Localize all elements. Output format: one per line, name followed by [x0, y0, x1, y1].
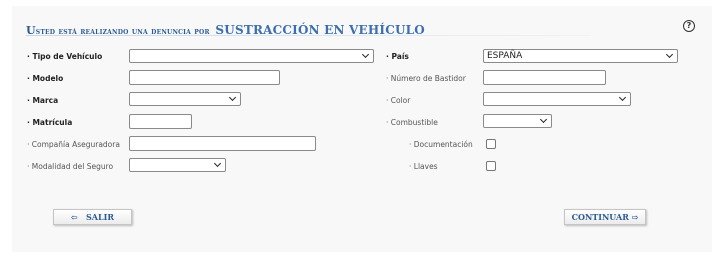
llaves-checkbox[interactable]	[486, 161, 496, 171]
combustible-label: · Combustible	[386, 118, 438, 127]
documentacion-checkbox[interactable]	[486, 139, 496, 149]
modalidad-seguro-label: · Modalidad del Seguro	[27, 162, 114, 171]
forward-arrow-icon: ⇨	[631, 213, 639, 222]
continuar-label: CONTINUAR	[571, 212, 629, 222]
continuar-button[interactable]: CONTINUAR ⇨	[564, 209, 646, 225]
matricula-input[interactable]	[129, 114, 192, 129]
pais-label: · País	[386, 52, 409, 61]
modelo-label: · Modelo	[27, 74, 64, 83]
tipo-vehiculo-label: · Tipo de Vehículo	[27, 52, 103, 61]
salir-label: SALIR	[86, 212, 115, 222]
matricula-label: · Matrícula	[27, 118, 73, 127]
marca-label: · Marca	[27, 96, 59, 105]
combustible-select[interactable]	[483, 114, 552, 128]
compania-aseguradora-input[interactable]	[129, 136, 316, 151]
numero-bastidor-input[interactable]	[483, 70, 606, 85]
color-select[interactable]	[483, 92, 631, 106]
back-arrow-icon: ⇦	[70, 213, 78, 222]
help-icon[interactable]: ?	[683, 20, 695, 32]
pais-value: ESPAÑA	[487, 51, 523, 61]
tipo-vehiculo-select[interactable]	[129, 49, 374, 63]
llaves-label: · Llaves	[409, 162, 438, 171]
salir-button[interactable]: ⇦ SALIR	[53, 209, 132, 225]
pais-select[interactable]: ESPAÑA	[483, 49, 678, 63]
numero-bastidor-label: · Número de Bastidor	[386, 74, 466, 83]
modelo-input[interactable]	[129, 70, 280, 85]
modalidad-seguro-select[interactable]	[129, 158, 226, 172]
compania-aseguradora-label: · Compañía Aseguradora	[27, 140, 120, 149]
marca-select[interactable]	[129, 92, 241, 106]
documentacion-label: · Documentación	[409, 140, 473, 149]
title-divider	[26, 35, 591, 36]
color-label: · Color	[386, 96, 411, 105]
